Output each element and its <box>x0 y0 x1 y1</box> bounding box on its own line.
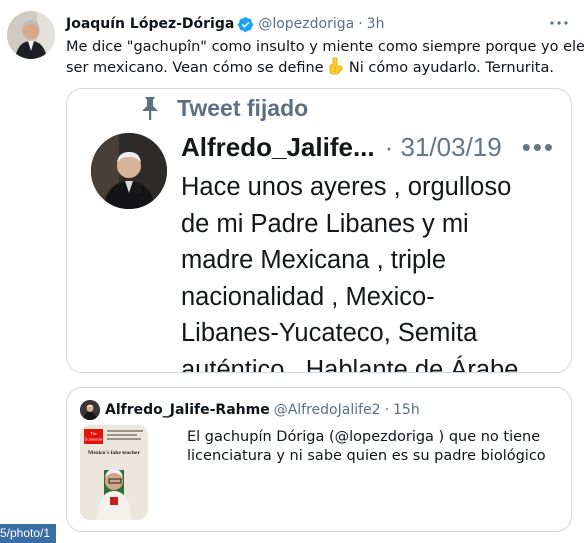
author-avatar[interactable] <box>7 11 55 59</box>
pinned-tweet-row: Tweet fijado <box>137 94 308 122</box>
more-icon[interactable] <box>548 12 570 34</box>
tweet-header: Joaquín López-Dóriga @lopezdoriga · 3h <box>66 14 384 34</box>
quote-avatar <box>80 400 100 420</box>
embedded-line: Libanes-Yucateco, Semita <box>181 319 478 347</box>
quote-text: El gachupín Dóriga (@lopezdoriga ) que n… <box>187 429 546 464</box>
embedded-avatar <box>91 133 167 209</box>
embedded-author-name: Alfredo_Jalife... <box>181 131 375 162</box>
pin-icon <box>137 95 163 121</box>
embedded-header: Alfredo_Jalife... · 31/03/19 ••• <box>181 129 555 165</box>
author-handle[interactable]: @lopezdoriga <box>258 16 354 32</box>
pinned-label: Tweet fijado <box>177 94 309 121</box>
thumb-title-1: The <box>90 431 97 436</box>
embedded-line: auténtico , Hablante de Árabe <box>181 355 519 373</box>
pointing-down-emoji-icon <box>328 57 344 75</box>
tweet-text-part-2: Ni cómo ayudarlo. Ternurita. <box>348 60 554 76</box>
quote-timestamp[interactable]: 15h <box>393 402 420 418</box>
tweet-timestamp[interactable]: 3h <box>367 16 385 32</box>
separator-dot: · <box>358 16 363 32</box>
tweet-image[interactable]: Tweet fijado Alfredo_Jalife... · 31/03/1… <box>66 88 572 373</box>
thumb-caption: Mexico's fake teacher <box>88 450 140 456</box>
quote-author-handle[interactable]: @AlfredoJalife2 <box>274 402 381 418</box>
embedded-line: nacionalidad , Mexico- <box>181 282 435 311</box>
embedded-text: Hace unos ayeres , orgulloso de mi Padre… <box>181 169 561 373</box>
tweet-text-line-1: Me dice "gachupîn" como insulto y miente… <box>66 39 584 55</box>
thumb-title-2: Economist <box>85 437 104 442</box>
quote-author-name[interactable]: Alfredo_Jalife-Rahme <box>105 402 270 418</box>
embedded-line: de mi Padre Libanes y mi <box>181 209 469 238</box>
tweet-text-line-2: ser mexicano. Vean cómo se define Ni cóm… <box>66 57 571 78</box>
embedded-date: · 31/03/19 <box>384 131 502 162</box>
embedded-line: Hace unos ayeres , orgulloso <box>181 173 512 201</box>
quoted-tweet[interactable]: Alfredo_Jalife-Rahme @AlfredoJalife2 · 1… <box>66 387 572 532</box>
quote-thumbnail[interactable]: The Economist Mexico's fake teacher <box>80 425 148 520</box>
quote-header: Alfredo_Jalife-Rahme @AlfredoJalife2 · 1… <box>80 400 420 420</box>
tweet-text: Me dice "gachupîn" como insulto y miente… <box>66 37 584 78</box>
embedded-line: madre Mexicana , triple <box>181 246 447 274</box>
tweet-text-part-1: ser mexicano. Vean cómo se define <box>66 60 324 76</box>
separator-dot: · <box>384 402 390 418</box>
tweet[interactable]: Joaquín López-Dóriga @lopezdoriga · 3h M… <box>0 0 584 543</box>
author-name[interactable]: Joaquín López-Dóriga <box>66 16 234 32</box>
embedded-more-icon: ••• <box>521 131 556 162</box>
verified-badge-icon <box>237 16 254 33</box>
url-status-badge: 5/photo/1 <box>0 524 57 543</box>
